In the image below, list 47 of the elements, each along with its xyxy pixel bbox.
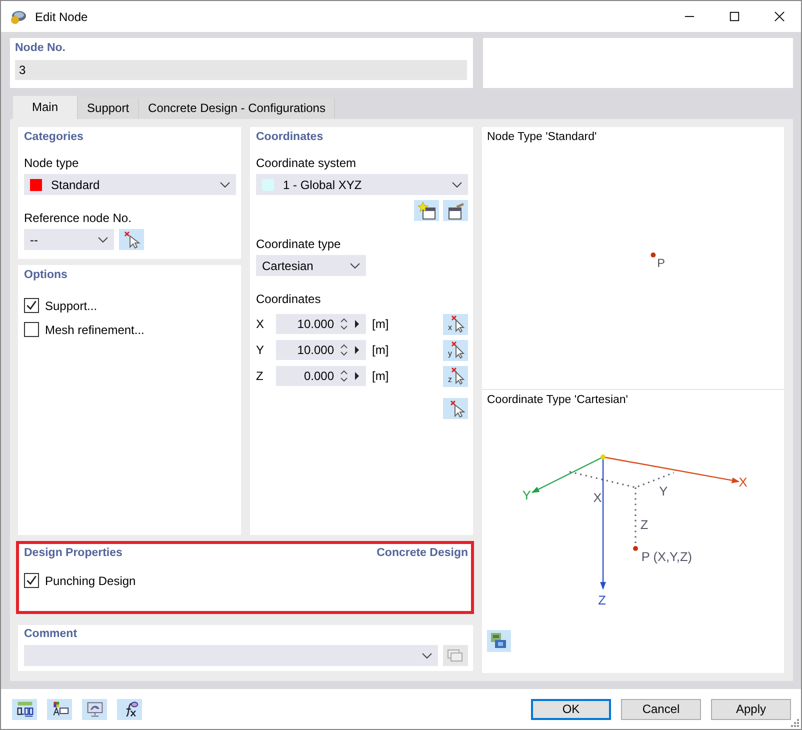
component-label: Z [640,516,648,532]
dialog-button[interactable]: OK [531,698,611,720]
unit-label: [m] [372,343,389,357]
pick-coordinate-button[interactable]: x [443,314,468,334]
checkbox-label: Punching Design [45,574,136,588]
tab[interactable]: Main [13,96,78,119]
reference-node-dropdown[interactable]: -- [24,229,114,250]
section-title: Design Properties [24,547,122,559]
window-title: Edit Node [35,10,88,24]
field-label: Reference node No. [24,211,132,225]
axis-label: Y [522,487,531,502]
coordinate-system-dropdown[interactable]: 1 - Global XYZ [256,174,468,195]
point-label: P [657,256,665,270]
section-title: Comment [24,628,78,640]
dialog-button[interactable]: Cancel [621,698,701,720]
coordinate-input[interactable]: 10.000 [276,314,366,334]
section-title: Categories [24,131,84,143]
checkbox-label: Mesh refinement... [45,322,144,336]
addon-label: Concrete Design [376,547,468,559]
axis-label: Z [598,592,606,608]
component-label: Y [659,483,668,498]
section-title: Options [24,269,68,281]
pick-coordinate-button[interactable]: y [443,340,468,360]
coordinate-input[interactable]: 0.000 [276,366,366,386]
field-label: Node type [24,156,80,170]
coordinate-input[interactable]: 10.000 [276,340,366,360]
axis-label: Z [256,369,264,383]
pick-coordinate-button[interactable]: z [443,366,468,386]
point-label: P (X,Y,Z) [641,549,692,564]
component-label: X [593,490,602,506]
coordinate-type-dropdown[interactable]: Cartesian [256,255,366,276]
field-label: Coordinates [256,292,322,306]
section-title: Coordinates [256,131,324,143]
checkbox-label: Support... [45,298,98,312]
field-label: Coordinate system [256,156,358,170]
axis-label: X [256,317,266,331]
node-number-field[interactable]: 3 [15,60,467,80]
dialog-button[interactable]: Apply [711,698,791,720]
axis-label: Y [256,343,266,357]
node-type-dropdown[interactable]: Standard [24,174,236,195]
preview-title: Node Type 'Standard' [487,131,598,143]
node-number-label: Node No. [15,42,66,54]
field-label: Coordinate type [256,237,342,251]
unit-label: [m] [372,317,389,331]
axis-label: X [738,474,748,490]
preview-title: Coordinate Type 'Cartesian' [487,394,629,406]
unit-label: [m] [372,369,389,383]
